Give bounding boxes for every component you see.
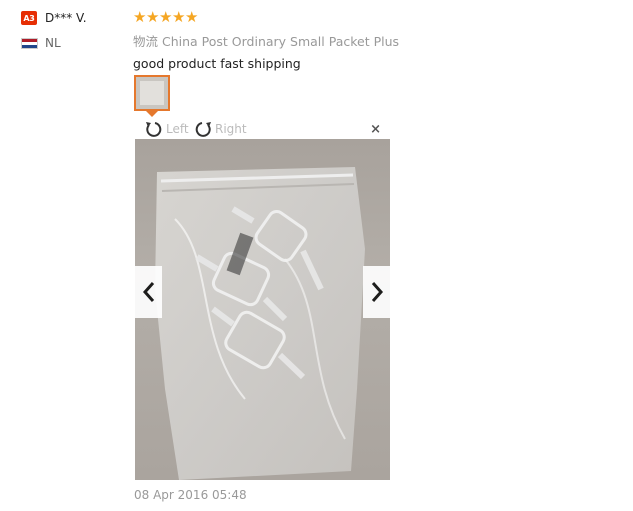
review-comment: good product fast shipping xyxy=(133,56,301,71)
rotate-left-button[interactable]: Left xyxy=(144,120,189,138)
thumbnail-pointer xyxy=(146,111,158,117)
next-photo-button[interactable] xyxy=(363,266,390,318)
level-badge: A3 xyxy=(21,11,37,25)
star-icon: ★ xyxy=(133,7,147,26)
flag-nl-icon xyxy=(21,37,38,49)
chevron-right-icon xyxy=(371,282,383,302)
reviewer-country-row: NL xyxy=(21,35,121,51)
star-icon: ★ xyxy=(146,7,160,26)
star-icon: ★ xyxy=(185,7,199,26)
star-icon: ★ xyxy=(172,7,186,26)
review-body: ★ ★ ★ ★ ★ 物流 China Post Ordinary Small P… xyxy=(133,8,400,71)
shipping-method: 物流 China Post Ordinary Small Packet Plus xyxy=(133,34,400,49)
thumbnail-image xyxy=(140,81,164,105)
reviewer-info: A3 D*** V. NL xyxy=(21,10,121,51)
rotate-left-icon xyxy=(146,122,162,137)
rotate-right-icon xyxy=(195,122,211,137)
review-photo-thumbnail[interactable] xyxy=(134,75,170,111)
rotate-right-button[interactable]: Right xyxy=(193,120,247,138)
reviewer-row: A3 D*** V. xyxy=(21,10,121,26)
reviewer-name: D*** V. xyxy=(45,11,87,25)
photo-viewer-toolbar: Left Right × xyxy=(134,120,390,138)
photo-image xyxy=(155,167,365,480)
close-icon[interactable]: × xyxy=(370,122,381,137)
rotate-left-label: Left xyxy=(166,122,189,136)
previous-photo-button[interactable] xyxy=(135,266,162,318)
reviewer-country: NL xyxy=(45,36,61,50)
star-icon: ★ xyxy=(159,7,173,26)
rotate-right-label: Right xyxy=(215,122,247,136)
review-photo xyxy=(135,139,390,480)
chevron-left-icon xyxy=(142,282,154,302)
star-rating: ★ ★ ★ ★ ★ xyxy=(133,8,393,26)
review-date: 08 Apr 2016 05:48 xyxy=(134,488,247,502)
